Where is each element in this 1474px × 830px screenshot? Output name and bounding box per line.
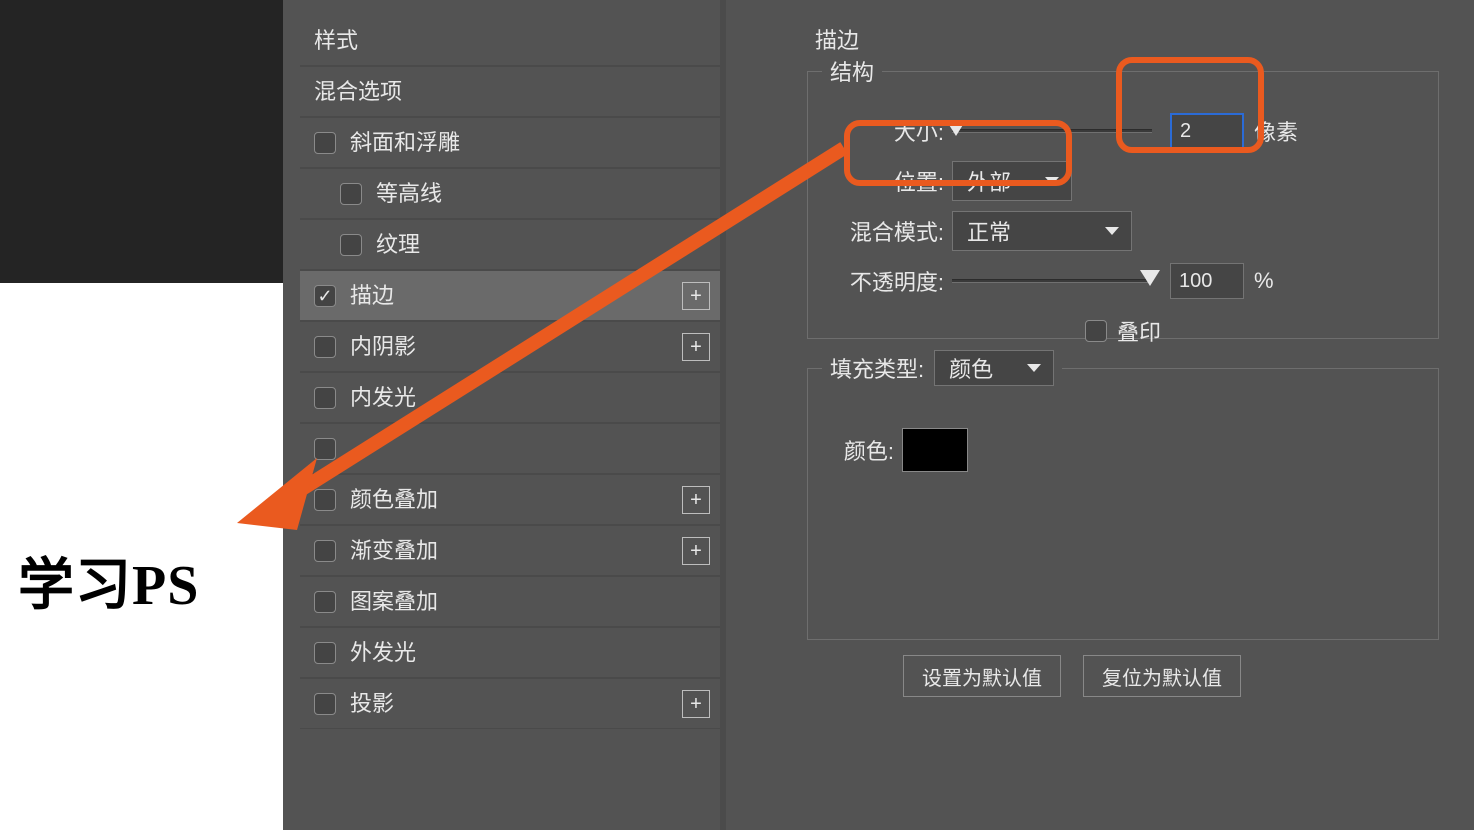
blend-mode-label: 混合模式: [822, 215, 952, 247]
inner-shadow-row[interactable]: 内阴影 + [300, 321, 720, 372]
opacity-slider-thumb-icon[interactable] [1140, 270, 1160, 286]
styles-list-panel: 样式 混合选项 斜面和浮雕 等高线 纹理 描边 + 内阴影 + 内发 [300, 15, 730, 815]
position-row: 位置: 外部 [822, 157, 1424, 205]
size-input[interactable] [1170, 113, 1244, 149]
drop-shadow-label: 投影 [350, 678, 682, 729]
pattern-overlay-label: 图案叠加 [350, 576, 720, 627]
panel-spacer [733, 0, 793, 830]
fill-legend: 填充类型: 颜色 [822, 350, 1062, 386]
opacity-unit: % [1254, 268, 1274, 294]
position-label: 位置: [822, 165, 952, 197]
bevel-label: 斜面和浮雕 [350, 117, 720, 168]
color-overlay-checkbox[interactable] [314, 489, 336, 511]
stroke-checkbox[interactable] [314, 285, 336, 307]
texture-row[interactable]: 纹理 [300, 219, 720, 270]
inner-shadow-checkbox[interactable] [314, 336, 336, 358]
color-swatch[interactable] [902, 428, 968, 472]
satin-row[interactable] [300, 423, 720, 474]
add-drop-shadow-icon[interactable]: + [682, 690, 710, 718]
contour-checkbox[interactable] [340, 183, 362, 205]
bevel-checkbox[interactable] [314, 132, 336, 154]
styles-header-label: 样式 [314, 15, 720, 66]
sample-text: 学习PS [18, 540, 199, 621]
drop-shadow-checkbox[interactable] [314, 693, 336, 715]
fill-type-select[interactable]: 颜色 [934, 350, 1054, 386]
stroke-title: 描边 [815, 23, 859, 55]
pattern-overlay-checkbox[interactable] [314, 591, 336, 613]
texture-checkbox[interactable] [340, 234, 362, 256]
contour-label: 等高线 [376, 168, 720, 219]
blending-options-row[interactable]: 混合选项 [300, 66, 720, 117]
add-stroke-icon[interactable]: + [682, 282, 710, 310]
color-row: 颜色: [822, 426, 1424, 474]
contour-row[interactable]: 等高线 [300, 168, 720, 219]
gradient-overlay-label: 渐变叠加 [350, 525, 682, 576]
overprint-row: 叠印 [822, 307, 1424, 355]
reset-default-button[interactable]: 复位为默认值 [1083, 655, 1241, 697]
inner-glow-checkbox[interactable] [314, 387, 336, 409]
add-color-overlay-icon[interactable]: + [682, 486, 710, 514]
stroke-settings-panel: 描边 结构 大小: 像素 位置: 外部 混合模式: 正常 不透 [793, 15, 1453, 815]
gradient-overlay-row[interactable]: 渐变叠加 + [300, 525, 720, 576]
color-overlay-label: 颜色叠加 [350, 474, 682, 525]
styles-header[interactable]: 样式 [300, 15, 720, 66]
opacity-label: 不透明度: [822, 265, 952, 297]
canvas-preview: 学习PS [0, 0, 283, 830]
blend-mode-row: 混合模式: 正常 [822, 207, 1424, 255]
add-inner-shadow-icon[interactable]: + [682, 333, 710, 361]
outer-glow-checkbox[interactable] [314, 642, 336, 664]
size-slider[interactable] [952, 129, 1152, 133]
outer-glow-label: 外发光 [350, 627, 720, 678]
structure-legend: 结构 [822, 55, 882, 87]
overprint-label: 叠印 [1117, 315, 1161, 347]
color-label: 颜色: [822, 434, 902, 466]
stroke-label: 描边 [350, 270, 682, 321]
fill-type-label: 填充类型: [830, 352, 924, 384]
opacity-slider[interactable] [952, 279, 1152, 283]
chevron-down-icon [1105, 227, 1119, 235]
fill-group: 填充类型: 颜色 颜色: [807, 350, 1439, 640]
blend-mode-value: 正常 [967, 215, 1011, 247]
fill-type-value: 颜色 [949, 352, 993, 384]
satin-checkbox[interactable] [314, 438, 336, 460]
inner-glow-row[interactable]: 内发光 [300, 372, 720, 423]
add-gradient-overlay-icon[interactable]: + [682, 537, 710, 565]
inner-glow-label: 内发光 [350, 372, 720, 423]
color-overlay-row[interactable]: 颜色叠加 + [300, 474, 720, 525]
position-select[interactable]: 外部 [952, 161, 1072, 201]
size-row: 大小: 像素 [822, 107, 1424, 155]
chevron-down-icon [1027, 364, 1041, 372]
pattern-overlay-row[interactable]: 图案叠加 [300, 576, 720, 627]
panel-divider [720, 0, 726, 830]
overprint-checkbox[interactable] [1085, 320, 1107, 342]
opacity-input[interactable] [1170, 263, 1244, 299]
stroke-row[interactable]: 描边 + [300, 270, 720, 321]
texture-label: 纹理 [376, 219, 720, 270]
blend-mode-select[interactable]: 正常 [952, 211, 1132, 251]
position-value: 外部 [967, 165, 1011, 197]
drop-shadow-row[interactable]: 投影 + [300, 678, 720, 729]
structure-group: 结构 大小: 像素 位置: 外部 混合模式: 正常 不透明度: [807, 55, 1439, 339]
size-unit: 像素 [1254, 115, 1298, 147]
blending-options-label: 混合选项 [314, 66, 720, 117]
size-slider-thumb-icon[interactable] [946, 120, 966, 136]
set-default-button[interactable]: 设置为默认值 [903, 655, 1061, 697]
chevron-down-icon [1045, 177, 1059, 185]
inner-shadow-label: 内阴影 [350, 321, 682, 372]
opacity-row: 不透明度: % [822, 257, 1424, 305]
bevel-row[interactable]: 斜面和浮雕 [300, 117, 720, 168]
gradient-overlay-checkbox[interactable] [314, 540, 336, 562]
size-label: 大小: [822, 115, 952, 147]
buttons-row: 设置为默认值 复位为默认值 [903, 655, 1241, 697]
canvas-dark-area [0, 0, 283, 283]
outer-glow-row[interactable]: 外发光 [300, 627, 720, 678]
